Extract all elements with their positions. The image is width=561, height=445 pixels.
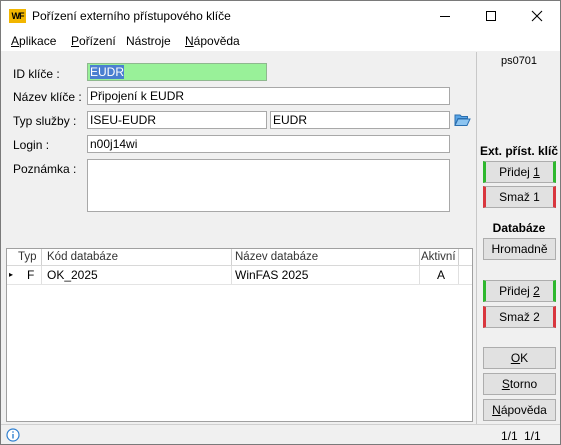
login-label: Login : <box>13 138 50 152</box>
service-label: Typ služby : <box>13 114 77 128</box>
maximize-button[interactable] <box>468 1 514 31</box>
id-value: EUDR <box>90 65 125 79</box>
database-grid: Typ Kód databáze Název databáze Aktivní … <box>6 248 473 422</box>
menu-porizeni[interactable]: Pořízení <box>71 34 116 48</box>
service-name-field[interactable]: EUDR <box>270 111 450 129</box>
add-database-button[interactable]: Přidej 2 <box>483 280 556 302</box>
id-label: ID klíče : <box>13 67 60 81</box>
cancel-button[interactable]: Storno <box>483 373 556 395</box>
col-header-nazev[interactable]: Název databáze <box>235 249 318 265</box>
info-icon[interactable] <box>6 428 20 442</box>
record-position: 1/1 <box>501 429 518 443</box>
close-icon <box>531 10 543 22</box>
note-label: Poznámka : <box>13 162 77 176</box>
database-section-title: Databáze <box>492 221 546 235</box>
record-count: 1/1 <box>524 429 541 443</box>
service-code-field[interactable]: ISEU-EUDR <box>87 111 267 129</box>
minimize-icon <box>440 16 450 17</box>
menu-napoveda[interactable]: Nápověda <box>185 34 240 48</box>
row-indicator-icon: ▸ <box>9 270 14 279</box>
menu-nastroje[interactable]: Nástroje <box>126 34 171 48</box>
window-title: Pořízení externího přístupového klíče <box>32 9 231 23</box>
delete-key-button[interactable]: Smaž 1 <box>483 186 556 208</box>
cell-nazev: WinFAS 2025 <box>235 268 309 282</box>
folder-open-icon[interactable] <box>454 113 471 127</box>
note-field[interactable] <box>87 159 450 212</box>
name-field[interactable]: Připojení k EUDR <box>87 87 450 105</box>
ext-key-section-title: Ext. příst. klíč <box>479 144 559 158</box>
minimize-button[interactable] <box>422 1 468 31</box>
name-label: Název klíče : <box>13 90 82 104</box>
delete-database-button[interactable]: Smaž 2 <box>483 306 556 328</box>
title-bar: WF Pořízení externího přístupového klíče <box>1 1 560 31</box>
col-header-typ[interactable]: Typ <box>18 249 37 265</box>
id-field[interactable]: EUDR <box>87 63 267 81</box>
cell-aktivni: A <box>437 268 446 282</box>
add-key-button[interactable]: Přidej 1 <box>483 161 556 183</box>
cell-typ: F <box>27 268 35 282</box>
ok-button[interactable]: OK <box>483 347 556 369</box>
menu-aplikace[interactable]: Aplikace <box>11 34 56 48</box>
maximize-icon <box>486 11 496 21</box>
dialog-window: WF Pořízení externího přístupového klíče… <box>0 0 561 445</box>
menu-bar: Aplikace Pořízení Nástroje Nápověda <box>1 31 560 51</box>
login-field[interactable]: n00j14wi <box>87 135 450 153</box>
cell-kod: OK_2025 <box>47 268 98 282</box>
form-area: ID klíče : EUDR Název klíče : Připojení … <box>1 52 560 444</box>
close-button[interactable] <box>514 1 560 31</box>
status-bar: 1/1 1/1 <box>1 424 560 444</box>
bulk-button[interactable]: Hromadně <box>483 238 556 260</box>
wf-logo-icon: WF <box>9 9 26 23</box>
help-button[interactable]: Nápověda <box>483 399 556 421</box>
form-code: ps0701 <box>500 55 538 67</box>
col-header-kod[interactable]: Kód databáze <box>47 249 118 265</box>
col-header-aktivni[interactable]: Aktivní <box>421 249 456 265</box>
